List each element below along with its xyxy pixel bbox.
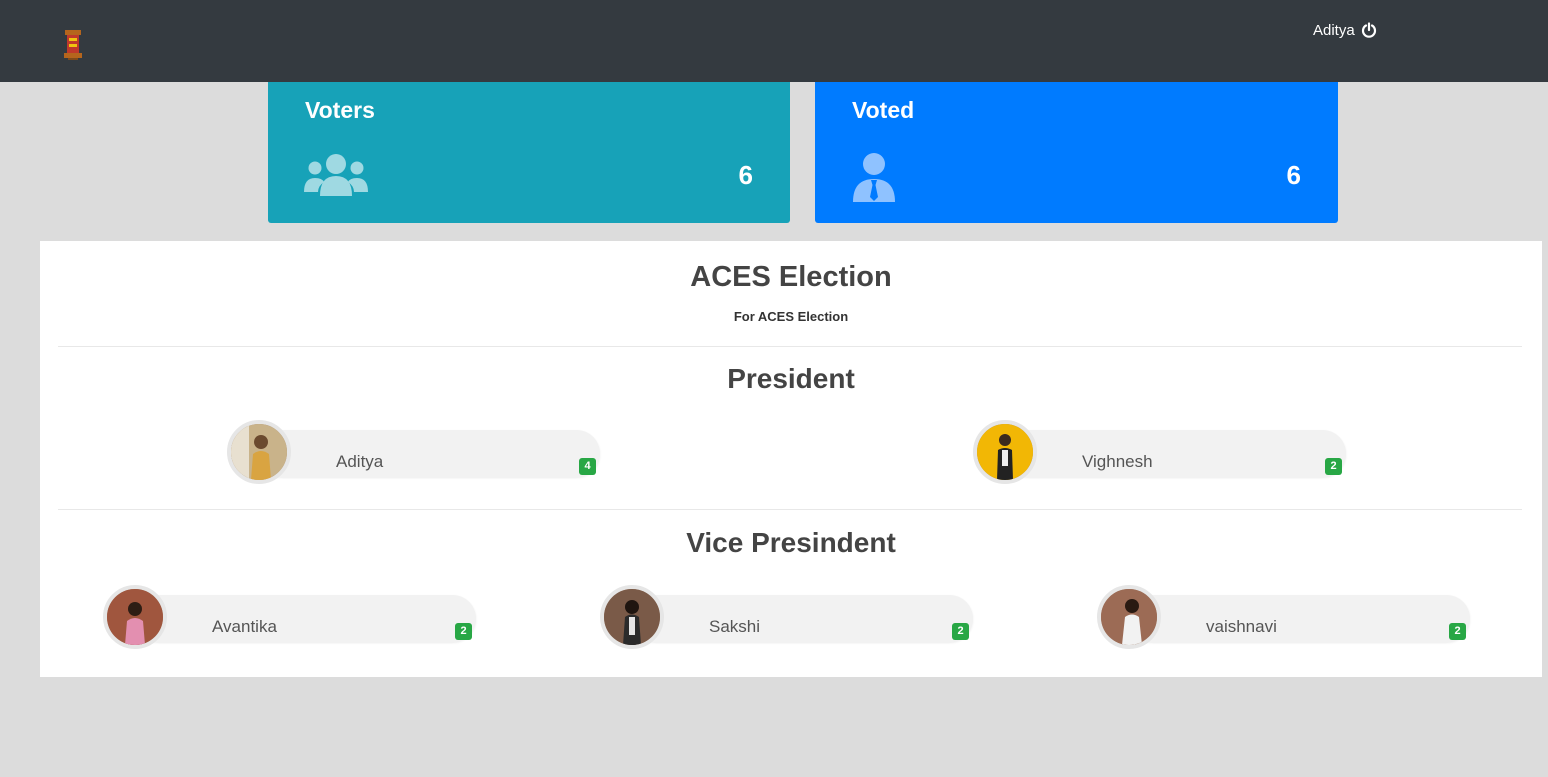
- divider: [58, 509, 1522, 510]
- vote-count-badge: 2: [455, 623, 472, 640]
- candidate-card-vighnesh[interactable]: Vighnesh 2: [973, 420, 1348, 484]
- college-emblem-icon[interactable]: [62, 28, 84, 62]
- candidate-avatar: [1097, 585, 1161, 649]
- candidate-pill: Avantika: [135, 595, 476, 642]
- candidate-pill: Sakshi: [632, 595, 973, 642]
- position-title-president: President: [727, 363, 855, 394]
- voters-label: Voters: [305, 97, 375, 123]
- candidate-card-sakshi[interactable]: Sakshi 2: [600, 585, 975, 649]
- candidate-name: vaishnavi: [1206, 617, 1277, 636]
- election-description: For ACES Election: [733, 309, 849, 324]
- position-title-vice-president: Vice Presindent: [686, 527, 896, 558]
- candidate-pill: Vighnesh: [1005, 430, 1346, 477]
- election-title: ACES Election: [690, 261, 892, 293]
- voted-stat-card: Voted 6: [815, 82, 1338, 223]
- candidate-pill: Aditya: [259, 430, 600, 477]
- top-navbar: Aditya: [0, 0, 1548, 82]
- vote-count-badge: 2: [1325, 458, 1342, 475]
- divider: [58, 346, 1522, 347]
- candidate-pill: vaishnavi: [1129, 595, 1470, 642]
- candidate-avatar: [600, 585, 664, 649]
- voters-stat-card: Voters 6: [268, 82, 790, 223]
- user-tie-icon: [851, 152, 897, 207]
- election-results-panel: ACES Election For ACES Election Presiden…: [40, 241, 1542, 677]
- voters-count: 6: [738, 160, 753, 190]
- vote-count-badge: 2: [952, 623, 969, 640]
- candidate-avatar: [103, 585, 167, 649]
- power-icon[interactable]: [1361, 22, 1377, 38]
- candidate-avatar: [227, 420, 291, 484]
- voted-label: Voted: [852, 97, 915, 123]
- candidate-name: Vighnesh: [1082, 452, 1153, 471]
- candidate-name: Avantika: [212, 617, 277, 636]
- user-menu[interactable]: Aditya: [1313, 20, 1377, 40]
- candidate-card-vaishnavi[interactable]: vaishnavi 2: [1097, 585, 1472, 649]
- voted-count: 6: [1286, 160, 1301, 190]
- users-icon: [304, 152, 368, 203]
- candidate-card-aditya[interactable]: Aditya 4: [227, 420, 602, 484]
- candidate-avatar: [973, 420, 1037, 484]
- user-name: Aditya: [1313, 21, 1355, 39]
- vote-count-badge: 4: [579, 458, 596, 475]
- vote-count-badge: 2: [1449, 623, 1466, 640]
- candidate-name: Sakshi: [709, 617, 761, 636]
- candidate-card-avantika[interactable]: Avantika 2: [103, 585, 478, 649]
- candidate-name: Aditya: [336, 452, 384, 471]
